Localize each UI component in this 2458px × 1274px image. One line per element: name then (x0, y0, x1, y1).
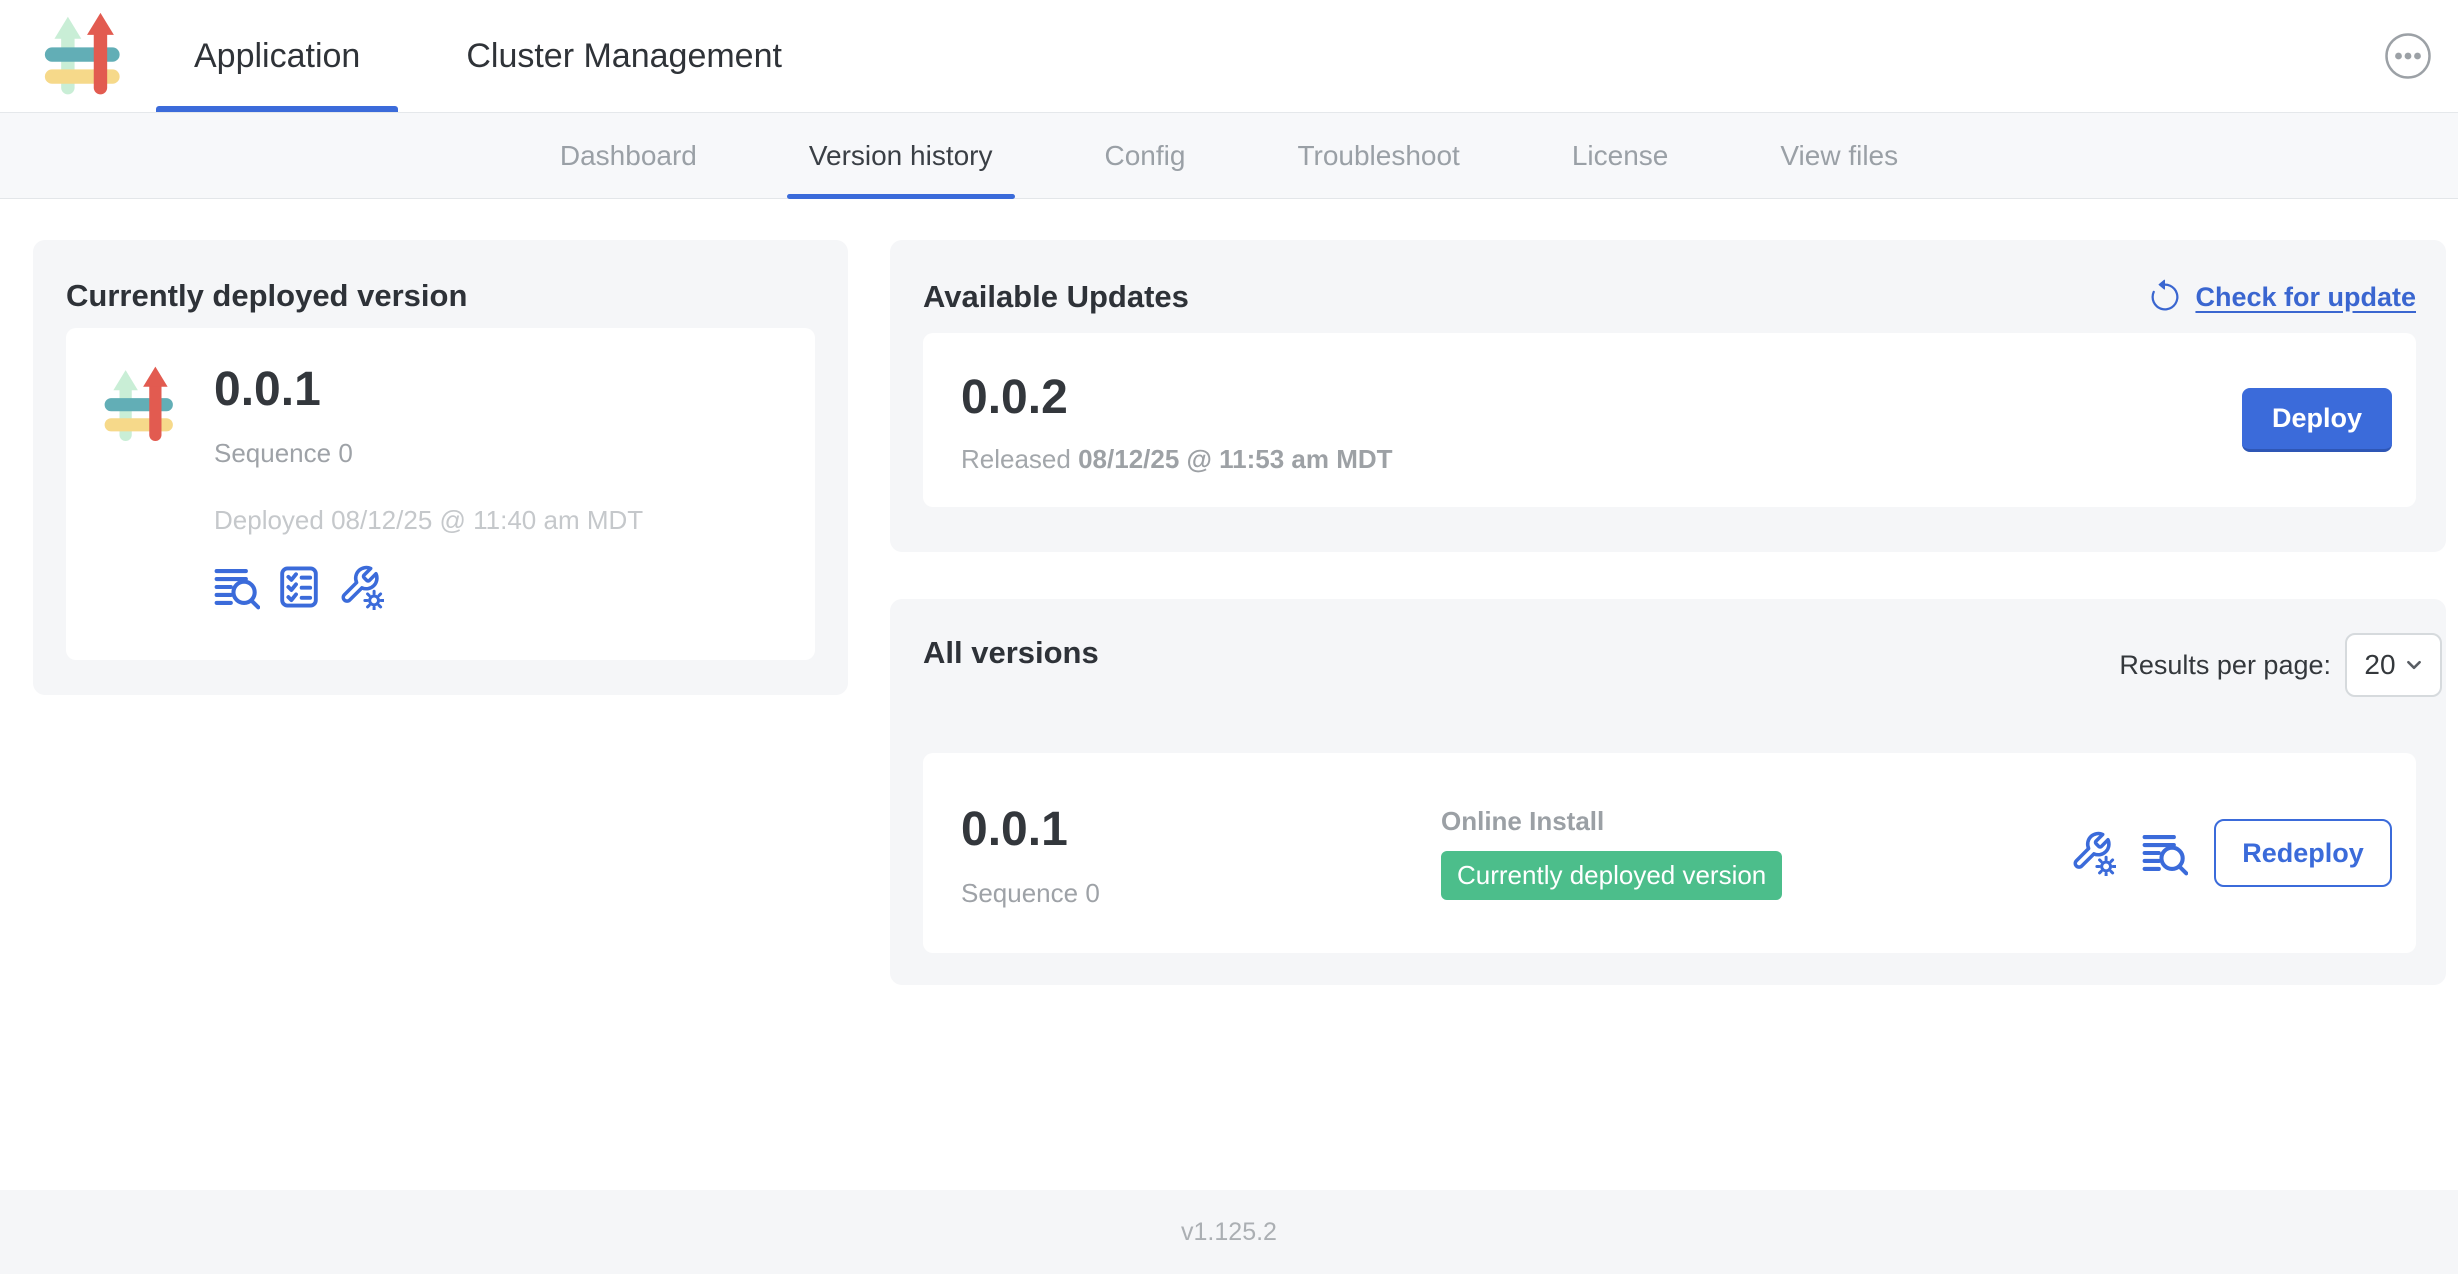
row-actions: Redeploy (2070, 819, 2392, 887)
update-released-line: Released 08/12/25 @ 11:53 am MDT (961, 444, 1393, 475)
subnav-item-troubleshoot[interactable]: Troubleshoot (1267, 113, 1489, 198)
app-logo-icon (42, 10, 134, 102)
subnav-item-view-files[interactable]: View files (1750, 113, 1928, 198)
currently-deployed-badge: Currently deployed version (1441, 851, 1782, 900)
edit-config-icon[interactable] (338, 564, 384, 610)
row-version-number: 0.0.1 (961, 798, 1441, 862)
currently-deployed-title: Currently deployed version (66, 276, 815, 316)
install-type-label: Online Install (1441, 806, 1782, 837)
check-for-update-label: Check for update (2195, 282, 2416, 313)
top-header: Application Cluster Management (0, 0, 2458, 113)
deployed-version-panel: 0.0.1 Sequence 0 Deployed 08/12/25 @ 11:… (66, 328, 815, 660)
tab-cluster-management-label: Cluster Management (466, 37, 782, 76)
app-root: Application Cluster Management Dashboard… (0, 0, 2458, 1274)
results-per-page-control: Results per page: 20 (2119, 633, 2442, 697)
release-notes-icon[interactable] (2142, 830, 2188, 876)
app-subnav: Dashboard Version history Config Trouble… (0, 113, 2458, 199)
chevron-down-icon (2405, 656, 2423, 674)
overflow-menu-button[interactable] (2384, 0, 2432, 112)
deployed-version-number: 0.0.1 (214, 358, 643, 422)
row-install-block: Online Install Currently deployed versio… (1441, 806, 1782, 900)
tab-application[interactable]: Application (156, 0, 398, 112)
right-column: Available Updates Check for update 0.0.2… (890, 240, 2446, 985)
released-prefix: Released (961, 444, 1071, 474)
subnav-label: Troubleshoot (1297, 140, 1459, 172)
subnav-label: Dashboard (560, 140, 697, 172)
refresh-icon (2147, 279, 2183, 315)
deployed-timestamp: Deployed 08/12/25 @ 11:40 am MDT (214, 505, 643, 536)
app-logo (42, 0, 134, 112)
subnav-label: Version history (809, 140, 993, 172)
update-version-number: 0.0.2 (961, 366, 1393, 430)
ellipsis-icon (2384, 32, 2432, 80)
edit-config-icon[interactable] (2070, 830, 2116, 876)
released-date: 08/12/25 @ 11:53 am MDT (1078, 444, 1392, 474)
top-tabs: Application Cluster Management (156, 0, 820, 112)
results-per-page-value: 20 (2364, 649, 2395, 681)
update-row: 0.0.2 Released 08/12/25 @ 11:53 am MDT D… (923, 333, 2416, 507)
subnav-item-dashboard[interactable]: Dashboard (530, 113, 727, 198)
deployed-actions (214, 564, 643, 610)
available-updates-title: Available Updates (923, 277, 1189, 317)
subnav-item-config[interactable]: Config (1075, 113, 1216, 198)
all-versions-card: All versions Results per page: 20 0.0.1 … (890, 599, 2446, 985)
currently-deployed-card: Currently deployed version 0.0.1 Sequenc… (33, 240, 848, 695)
release-notes-icon[interactable] (214, 564, 260, 610)
deployed-version-details: 0.0.1 Sequence 0 Deployed 08/12/25 @ 11:… (214, 358, 643, 630)
subnav-item-version-history[interactable]: Version history (779, 113, 1023, 198)
app-logo-icon (102, 362, 186, 450)
subnav-label: Config (1105, 140, 1186, 172)
version-row: 0.0.1 Sequence 0 Online Install Currentl… (923, 753, 2416, 953)
deployed-sequence: Sequence 0 (214, 438, 643, 469)
available-updates-card: Available Updates Check for update 0.0.2… (890, 240, 2446, 552)
row-sequence: Sequence 0 (961, 878, 1441, 909)
subnav-label: License (1572, 140, 1669, 172)
row-version-block: 0.0.1 Sequence 0 (961, 798, 1441, 909)
redeploy-button[interactable]: Redeploy (2214, 819, 2392, 887)
update-details: 0.0.2 Released 08/12/25 @ 11:53 am MDT (961, 366, 1393, 475)
app-logo (102, 358, 186, 630)
subnav-item-license[interactable]: License (1542, 113, 1699, 198)
check-for-update-link[interactable]: Check for update (2147, 279, 2416, 315)
app-footer: v1.125.2 (0, 1190, 2458, 1274)
subnav-label: View files (1780, 140, 1898, 172)
results-per-page-select[interactable]: 20 (2345, 633, 2442, 697)
tab-application-label: Application (194, 37, 360, 76)
tab-cluster-management[interactable]: Cluster Management (428, 0, 820, 112)
main-content: Currently deployed version 0.0.1 Sequenc… (0, 199, 2458, 1190)
console-version-label: v1.125.2 (1181, 1218, 1277, 1247)
results-per-page-label: Results per page: (2119, 650, 2331, 681)
deploy-button[interactable]: Deploy (2242, 388, 2392, 452)
preflight-checks-icon[interactable] (276, 564, 322, 610)
all-versions-title: All versions (923, 633, 1099, 673)
